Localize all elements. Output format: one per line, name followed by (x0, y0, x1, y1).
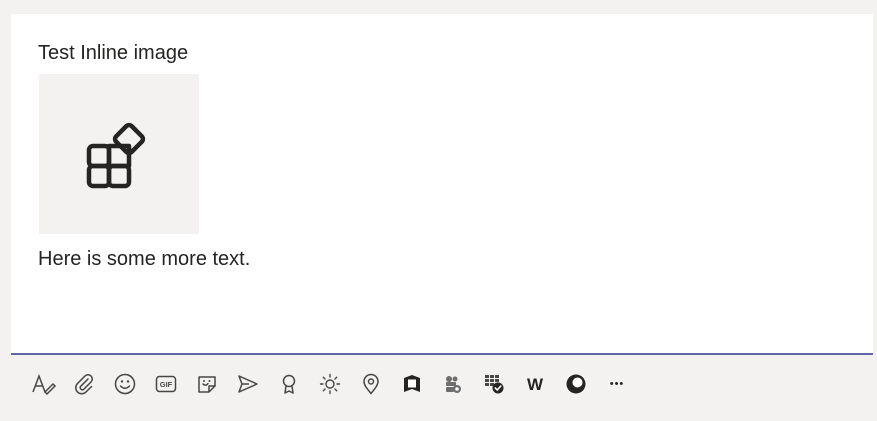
emoji-icon (114, 373, 136, 395)
attach-button[interactable] (65, 366, 103, 402)
format-icon (32, 373, 57, 396)
location-icon (363, 373, 379, 395)
sticker-icon (198, 376, 216, 393)
bookmark-app-button[interactable] (393, 366, 431, 402)
more-options-button[interactable]: ••• (598, 366, 636, 402)
word-label: W (527, 375, 544, 394)
bookmark-icon (404, 375, 420, 392)
sticker-button[interactable] (188, 366, 226, 402)
attach-icon (75, 374, 93, 395)
app-icon (446, 376, 461, 393)
sun-button[interactable] (311, 366, 349, 402)
compose-toolbar: GIF W ••• (24, 366, 639, 402)
message-text-line-1: Test Inline image (38, 42, 189, 64)
message-text-line-2: Here is some more text. (38, 248, 251, 270)
word-button[interactable]: W (516, 366, 554, 402)
gif-icon: GIF (155, 375, 177, 393)
emoji-button[interactable] (106, 366, 144, 402)
compose-box[interactable]: Test Inline image Here is some more text… (11, 14, 873, 355)
send-button[interactable] (229, 366, 267, 402)
sun-icon (319, 373, 341, 395)
circle-app-button[interactable] (557, 366, 595, 402)
word-icon: W (527, 375, 544, 394)
more-icon: ••• (609, 378, 625, 390)
apps-icon (86, 122, 146, 189)
planner-button[interactable] (475, 366, 513, 402)
app-button[interactable] (434, 366, 472, 402)
praise-icon (282, 374, 296, 394)
location-button[interactable] (352, 366, 390, 402)
format-button[interactable] (24, 366, 62, 402)
gif-button[interactable]: GIF (147, 366, 185, 402)
gif-label: GIF (160, 380, 173, 389)
circle-app-icon (566, 374, 586, 394)
praise-button[interactable] (270, 366, 308, 402)
inline-image[interactable] (39, 74, 199, 234)
send-icon (238, 375, 258, 393)
planner-icon (485, 375, 504, 394)
